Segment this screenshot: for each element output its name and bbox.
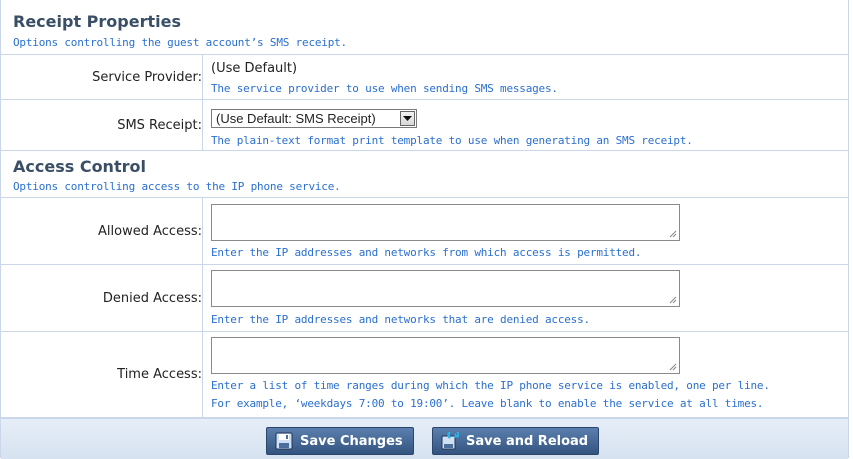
resize-grip-icon[interactable] <box>669 296 677 304</box>
sms-receipt-row: SMS Receipt: (Use Default: SMS Receipt) … <box>1 100 848 151</box>
time-access-hint-line2: For example, ‘weekdays 7:00 to 19:00’. L… <box>211 397 764 410</box>
denied-access-row: Denied Access: Enter the IP addresses an… <box>1 265 848 332</box>
resize-grip-icon[interactable] <box>669 363 677 371</box>
time-access-hint-line1: Enter a list of time ranges during which… <box>211 379 770 392</box>
denied-access-input[interactable] <box>211 270 680 307</box>
access-section-title: Access Control <box>13 157 146 176</box>
floppy-disk-icon <box>275 432 293 450</box>
resize-grip-icon[interactable] <box>669 230 677 238</box>
receipt-section-description: Options controlling the guest account’s … <box>13 36 347 49</box>
row-separator <box>202 265 203 331</box>
time-access-label: Time Access: <box>117 367 202 382</box>
access-section-description: Options controlling access to the IP pho… <box>13 180 341 193</box>
allowed-access-hint: Enter the IP addresses and networks from… <box>211 246 642 259</box>
form-border-right <box>848 0 849 458</box>
save-and-reload-label: Save and Reload <box>466 433 589 449</box>
sms-receipt-select[interactable]: (Use Default: SMS Receipt) <box>211 109 417 128</box>
receipt-section-header: Receipt Properties Options controlling t… <box>1 0 848 55</box>
row-separator <box>202 100 203 150</box>
properties-form: Receipt Properties Options controlling t… <box>0 0 853 459</box>
allowed-access-label: Allowed Access: <box>98 224 202 239</box>
service-provider-hint: The service provider to use when sending… <box>211 82 558 95</box>
time-access-input[interactable] <box>211 337 680 374</box>
save-changes-label: Save Changes <box>300 433 403 449</box>
sms-receipt-label: SMS Receipt: <box>117 118 202 133</box>
save-reload-icon <box>441 428 460 450</box>
chevron-down-icon[interactable] <box>400 111 415 126</box>
save-changes-button[interactable]: Save Changes <box>266 427 414 455</box>
receipt-section-title: Receipt Properties <box>13 12 181 31</box>
allowed-access-input[interactable] <box>211 204 680 241</box>
allowed-access-row: Allowed Access: Enter the IP addresses a… <box>1 198 848 265</box>
row-separator <box>202 198 203 264</box>
sms-receipt-selected-value: (Use Default: SMS Receipt) <box>216 111 376 126</box>
sms-receipt-hint: The plain-text format print template to … <box>211 134 693 147</box>
form-footer: Save Changes Save and Reload <box>1 418 848 459</box>
save-and-reload-button[interactable]: Save and Reload <box>432 427 600 455</box>
denied-access-hint: Enter the IP addresses and networks that… <box>211 313 590 326</box>
denied-access-label: Denied Access: <box>102 291 202 306</box>
service-provider-row: Service Provider: (Use Default) The serv… <box>1 55 848 100</box>
time-access-row: Time Access: Enter a list of time ranges… <box>1 332 848 418</box>
row-separator <box>202 55 203 99</box>
access-section-header: Access Control Options controlling acces… <box>1 151 848 198</box>
service-provider-value: (Use Default) <box>211 61 298 76</box>
service-provider-label: Service Provider: <box>92 70 202 85</box>
row-separator <box>202 332 203 417</box>
